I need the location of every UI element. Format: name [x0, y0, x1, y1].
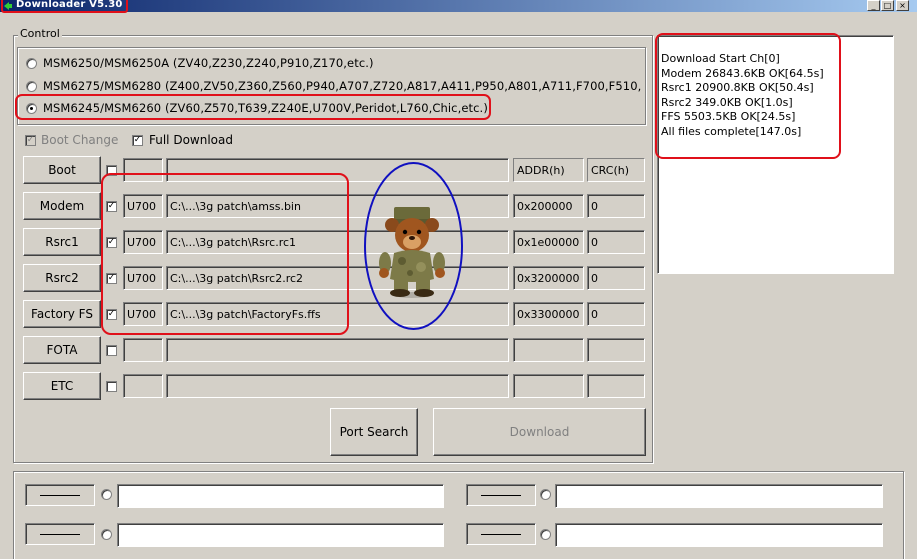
minimize-button[interactable]: _	[867, 0, 880, 11]
addr-field-2: 0x1e00000	[513, 230, 584, 254]
model-radio-1[interactable]	[26, 80, 37, 92]
port-field-3[interactable]	[117, 523, 444, 547]
title-annotation	[1, 0, 128, 13]
crc-field-1: 0	[587, 194, 645, 218]
addr-field-5	[513, 338, 584, 362]
addr-field-4: 0x3300000	[513, 302, 584, 326]
port-radio-2[interactable]	[540, 489, 551, 500]
close-button[interactable]: ×	[896, 0, 909, 11]
model-radio-label-1: MSM6275/MSM6280 (Z400,ZV50,Z360,Z560,P94…	[43, 78, 641, 93]
port-status-3	[25, 523, 95, 545]
port-field-1[interactable]	[117, 484, 444, 508]
crc-field-3: 0	[587, 266, 645, 290]
model-field-6	[123, 374, 163, 398]
log-annotation	[655, 33, 841, 159]
crc-field-4: 0	[587, 302, 645, 326]
addr-field-3: 0x3200000	[513, 266, 584, 290]
selected-model-annotation	[15, 94, 491, 120]
control-group-label: Control	[18, 27, 62, 40]
port-field-4[interactable]	[555, 523, 883, 547]
file-button-fota[interactable]: FOTA	[23, 336, 101, 364]
mascot-annotation	[364, 162, 463, 330]
boot-change-label: Boot Change	[41, 133, 119, 147]
crc-field-6	[587, 374, 645, 398]
model-field-5	[123, 338, 163, 362]
crc-field-2: 0	[587, 230, 645, 254]
port-status-1	[25, 484, 95, 506]
file-button-etc[interactable]: ETC	[23, 372, 101, 400]
path-field-6	[166, 374, 509, 398]
files-annotation	[101, 173, 349, 335]
file-button-boot[interactable]: Boot	[23, 156, 101, 184]
model-radio-0[interactable]	[26, 58, 37, 69]
port-status-2	[466, 484, 536, 506]
port-radio-4[interactable]	[540, 529, 551, 540]
port-search-button[interactable]: Port Search	[330, 408, 418, 456]
addr-field-1: 0x200000	[513, 194, 584, 218]
file-button-rsrc1[interactable]: Rsrc1	[23, 228, 101, 256]
port-field-2[interactable]	[555, 484, 883, 508]
file-button-modem[interactable]: Modem	[23, 192, 101, 220]
port-status-4	[466, 523, 536, 545]
model-radio-label-0: MSM6250/MSM6250A (ZV40,Z230,Z240,P910,Z1…	[43, 56, 374, 70]
maximize-button[interactable]: □	[881, 0, 894, 11]
boot-change-checkbox[interactable]: ✓	[25, 135, 36, 146]
addr-field-6	[513, 374, 584, 398]
file-checkbox-5[interactable]	[106, 345, 117, 356]
download-button[interactable]: Download	[433, 408, 646, 456]
addr-header: ADDR(h)	[513, 158, 584, 182]
port-radio-3[interactable]	[101, 529, 112, 540]
crc-field-5	[587, 338, 645, 362]
full-download-checkbox[interactable]: ✓	[132, 135, 143, 146]
title-bar	[0, 0, 917, 12]
full-download-label: Full Download	[149, 133, 233, 147]
port-radio-1[interactable]	[101, 489, 112, 500]
file-checkbox-6[interactable]	[106, 381, 117, 392]
crc-header: CRC(h)	[587, 158, 645, 182]
file-button-rsrc2[interactable]: Rsrc2	[23, 264, 101, 292]
file-button-factory-fs[interactable]: Factory FS	[23, 300, 101, 328]
path-field-5	[166, 338, 509, 362]
